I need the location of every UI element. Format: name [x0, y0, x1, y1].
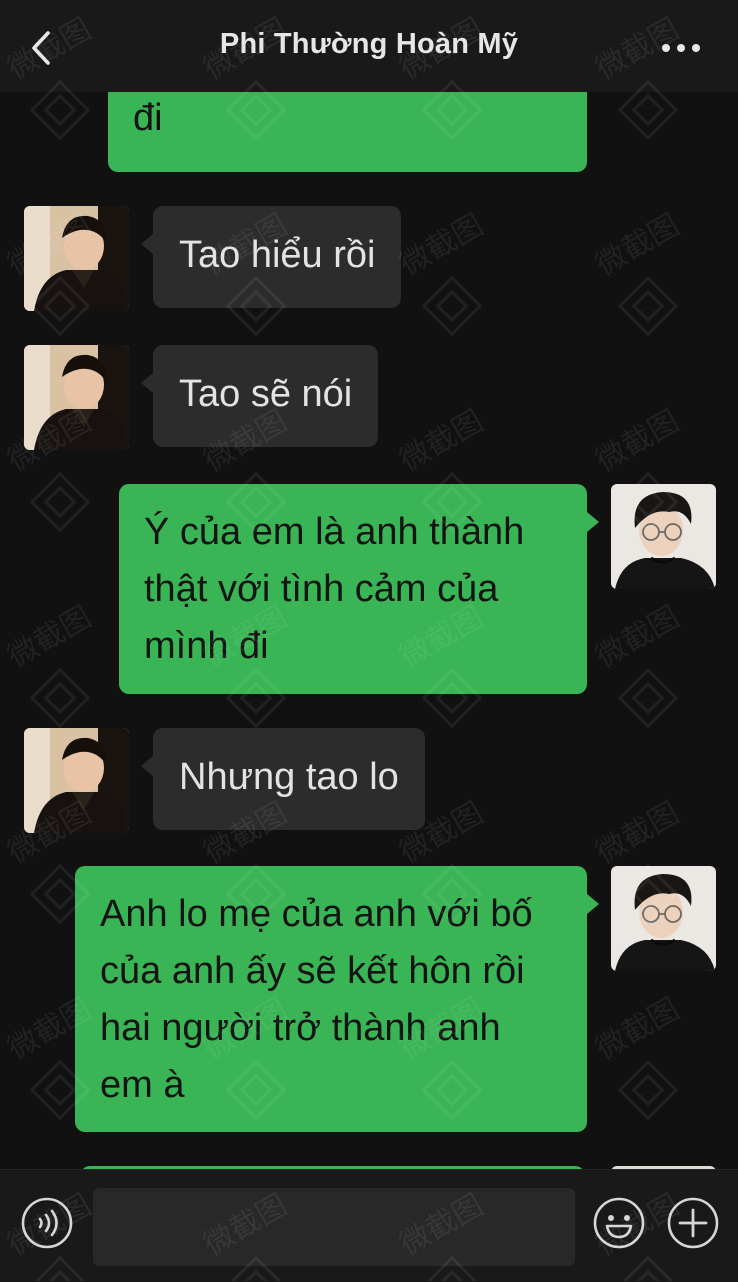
- message-bubble-outgoing[interactable]: Ý của em là anh thành thật với tình cảm …: [119, 484, 599, 694]
- message-text: Anh lo mẹ của anh với bố của anh ấy sẽ k…: [100, 893, 533, 1106]
- contact-avatar[interactable]: [24, 345, 129, 450]
- message-bubble-outgoing[interactable]: Anh lo mẹ của anh với bố của anh ấy sẽ k…: [75, 866, 599, 1132]
- self-avatar[interactable]: [611, 484, 716, 589]
- message-input[interactable]: [93, 1188, 575, 1266]
- message-text: Tao hiểu rồi: [179, 234, 376, 276]
- contact-avatar[interactable]: [24, 728, 129, 833]
- message-list[interactable]: đi Tao hiểu rồi Tao sẽ nói Ý của em là a…: [0, 92, 738, 1169]
- plus-icon[interactable]: [666, 1196, 720, 1250]
- message-text: Ý của em là anh thành thật với tình cảm …: [144, 511, 525, 667]
- message-composer: [0, 1169, 738, 1282]
- message-bubble-incoming[interactable]: Nhưng tao lo: [141, 728, 425, 830]
- message-bubble-incoming[interactable]: Tao hiểu rồi: [140, 206, 402, 308]
- message-bubble-incoming[interactable]: Tao sẽ nói: [140, 345, 379, 447]
- message-text: đi: [133, 97, 163, 139]
- self-avatar[interactable]: [611, 866, 716, 971]
- more-dots-icon[interactable]: [660, 38, 702, 58]
- message-text: Nhưng tao lo: [179, 756, 399, 798]
- message-text: Tao sẽ nói: [179, 373, 353, 415]
- voice-icon[interactable]: [20, 1196, 74, 1250]
- chat-header: Phi Thường Hoàn Mỹ: [0, 0, 738, 92]
- message-bubble-outgoing[interactable]: đi: [108, 92, 587, 172]
- emoji-icon[interactable]: [592, 1196, 646, 1250]
- contact-avatar[interactable]: [24, 206, 129, 311]
- chat-title: Phi Thường Hoàn Mỹ: [219, 28, 519, 60]
